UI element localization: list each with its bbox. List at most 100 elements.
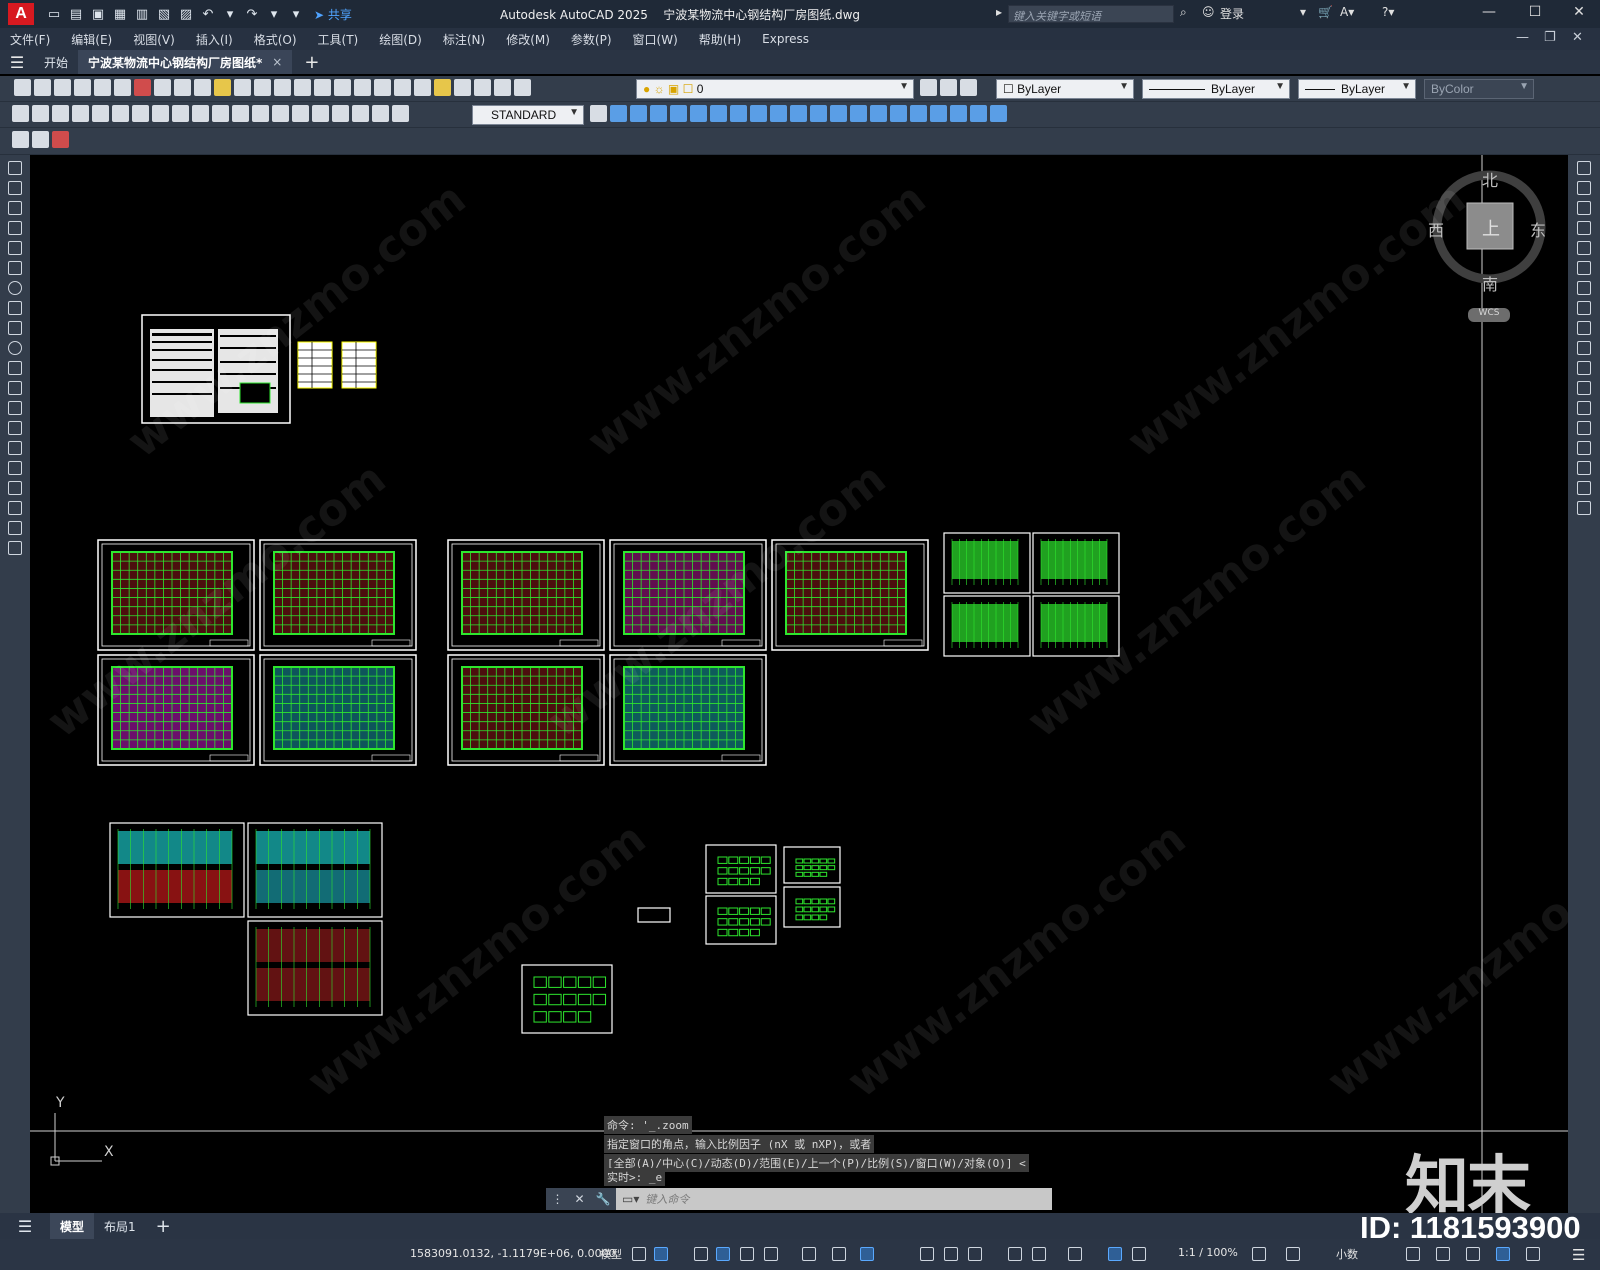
application-menu-icon[interactable]: ☰ <box>0 53 34 72</box>
color-dropdown[interactable]: ☐ ByLayer ▼ <box>996 79 1134 99</box>
plan-sheet[interactable] <box>259 654 417 766</box>
dim-space-icon[interactable] <box>232 105 249 122</box>
infer-constraints-icon[interactable] <box>694 1247 708 1261</box>
command-grip-icon[interactable]: ⋮ <box>551 1192 563 1206</box>
detail-sheet[interactable] <box>705 895 777 945</box>
save-as-icon[interactable]: ▦ <box>110 4 130 24</box>
move-icon[interactable] <box>1577 261 1591 275</box>
sheet-table-a[interactable] <box>297 341 333 389</box>
angular-icon[interactable] <box>152 105 169 122</box>
menu-window[interactable]: 窗口(W) <box>633 31 678 48</box>
continue-icon[interactable] <box>212 105 229 122</box>
object-snap-tracking-icon[interactable] <box>832 1247 846 1261</box>
drawing-canvas[interactable]: 北 南 东 西 上 WCS Y X www.znzmo.com www.znzm… <box>30 155 1568 1213</box>
dim-edit-icon[interactable] <box>352 105 369 122</box>
elevation-sheet[interactable] <box>247 822 383 918</box>
menu-draw[interactable]: 绘图(D) <box>379 31 422 48</box>
break-icon[interactable] <box>1577 401 1591 415</box>
presspull-icon[interactable] <box>830 105 847 122</box>
user-icon[interactable]: ☺ <box>1202 5 1215 19</box>
publish-3d-icon[interactable] <box>134 79 151 96</box>
baseline-icon[interactable] <box>192 105 209 122</box>
menu-dimension[interactable]: 标注(N) <box>443 31 485 48</box>
lock-ui-icon[interactable] <box>1436 1247 1450 1261</box>
cart-icon[interactable]: 🛒 <box>1318 5 1333 19</box>
rotate-icon[interactable] <box>1577 281 1591 295</box>
polyline-icon[interactable] <box>8 201 22 215</box>
tab-start[interactable]: 开始 <box>34 50 78 74</box>
layout-menu-icon[interactable]: ☰ <box>0 1213 50 1239</box>
grid-icon[interactable] <box>632 1247 646 1261</box>
snap-icon[interactable] <box>654 1247 668 1261</box>
open-file-icon[interactable]: ▤ <box>66 4 86 24</box>
redo-dropdown-icon[interactable]: ▾ <box>264 4 284 24</box>
tab-document[interactable]: 宁波某物流中心钢结构厂房图纸* × <box>78 50 293 74</box>
paste-icon[interactable] <box>194 79 211 96</box>
search-input[interactable]: 键入关键字或短语 <box>1008 5 1174 23</box>
publish-icon[interactable] <box>114 79 131 96</box>
redo-icon[interactable]: ↷ <box>242 4 262 24</box>
tab-close-icon[interactable]: × <box>272 55 282 69</box>
pan-icon[interactable] <box>294 79 311 96</box>
menu-help[interactable]: 帮助(H) <box>699 31 741 48</box>
model-space-button[interactable]: 模型 <box>600 1246 622 1262</box>
sheet-table-b[interactable] <box>341 341 377 389</box>
arc-length-icon[interactable] <box>52 105 69 122</box>
detail-sheet[interactable] <box>521 964 613 1034</box>
polysolid-icon[interactable] <box>610 105 627 122</box>
minimize-icon[interactable]: — <box>1474 4 1504 20</box>
menu-format[interactable]: 格式(O) <box>254 31 297 48</box>
lineweight-dropdown[interactable]: ByLayer ▼ <box>1298 79 1416 99</box>
make-block-icon[interactable] <box>8 401 22 415</box>
dim-style-icon[interactable] <box>590 105 607 122</box>
trim-icon[interactable] <box>1577 341 1591 355</box>
viewcube-north[interactable]: 北 <box>1482 167 1498 191</box>
viewcube-top-face[interactable]: 上 <box>1482 215 1500 241</box>
helix-icon[interactable] <box>770 105 787 122</box>
wedge-icon[interactable] <box>650 105 667 122</box>
adjust-icon[interactable] <box>52 131 69 148</box>
dim-update-icon[interactable] <box>392 105 409 122</box>
menu-express[interactable]: Express <box>762 32 809 46</box>
viewcube-south[interactable]: 南 <box>1482 271 1498 295</box>
customize-qat-icon[interactable]: ▾ <box>286 4 306 24</box>
mtext-icon[interactable] <box>8 521 22 535</box>
ortho-icon[interactable] <box>740 1247 754 1261</box>
dim-style-dropdown[interactable]: STANDARD ▼ <box>472 105 584 125</box>
tool-palettes-icon[interactable] <box>414 79 431 96</box>
cut-icon[interactable] <box>154 79 171 96</box>
tab-layout1[interactable]: 布局1 <box>94 1213 146 1239</box>
elevation-sheet[interactable] <box>109 822 245 918</box>
quick-properties-icon[interactable] <box>1406 1247 1420 1261</box>
redo-toolbar-icon[interactable] <box>274 79 291 96</box>
break-at-point-icon[interactable] <box>1577 381 1591 395</box>
match-properties-icon[interactable] <box>214 79 231 96</box>
inspection-icon[interactable] <box>312 105 329 122</box>
undo-icon[interactable]: ↶ <box>198 4 218 24</box>
autodesk-account-icon[interactable]: A▾ <box>1340 5 1354 19</box>
dynamic-ucs-icon[interactable] <box>1008 1247 1022 1261</box>
undo-dropdown-icon[interactable]: ▾ <box>220 4 240 24</box>
detail-sheet[interactable] <box>783 886 841 928</box>
extend-icon[interactable] <box>1577 361 1591 375</box>
menu-insert[interactable]: 插入(I) <box>196 31 233 48</box>
copy-icon[interactable] <box>174 79 191 96</box>
dim-text-edit-icon[interactable] <box>372 105 389 122</box>
add-layout-button[interactable]: + <box>146 1213 181 1239</box>
gizmo-icon[interactable] <box>1068 1247 1082 1261</box>
sheet-set-icon[interactable] <box>434 79 451 96</box>
rectangle-icon[interactable] <box>8 241 22 255</box>
design-center-icon[interactable] <box>394 79 411 96</box>
new-tab-button[interactable]: + <box>304 52 319 73</box>
quick-dim-icon[interactable] <box>172 105 189 122</box>
plan-sheet[interactable] <box>447 539 605 651</box>
subtract-icon[interactable] <box>930 105 947 122</box>
qnew-icon[interactable] <box>14 79 31 96</box>
region-icon[interactable] <box>8 481 22 495</box>
layer-previous-icon[interactable] <box>940 79 957 96</box>
object-snap-icon[interactable] <box>860 1247 874 1261</box>
save-to-web-icon[interactable]: ▧ <box>154 4 174 24</box>
jogged-icon[interactable] <box>112 105 129 122</box>
jogged-linear-icon[interactable] <box>332 105 349 122</box>
detail-sheet[interactable] <box>637 907 671 923</box>
